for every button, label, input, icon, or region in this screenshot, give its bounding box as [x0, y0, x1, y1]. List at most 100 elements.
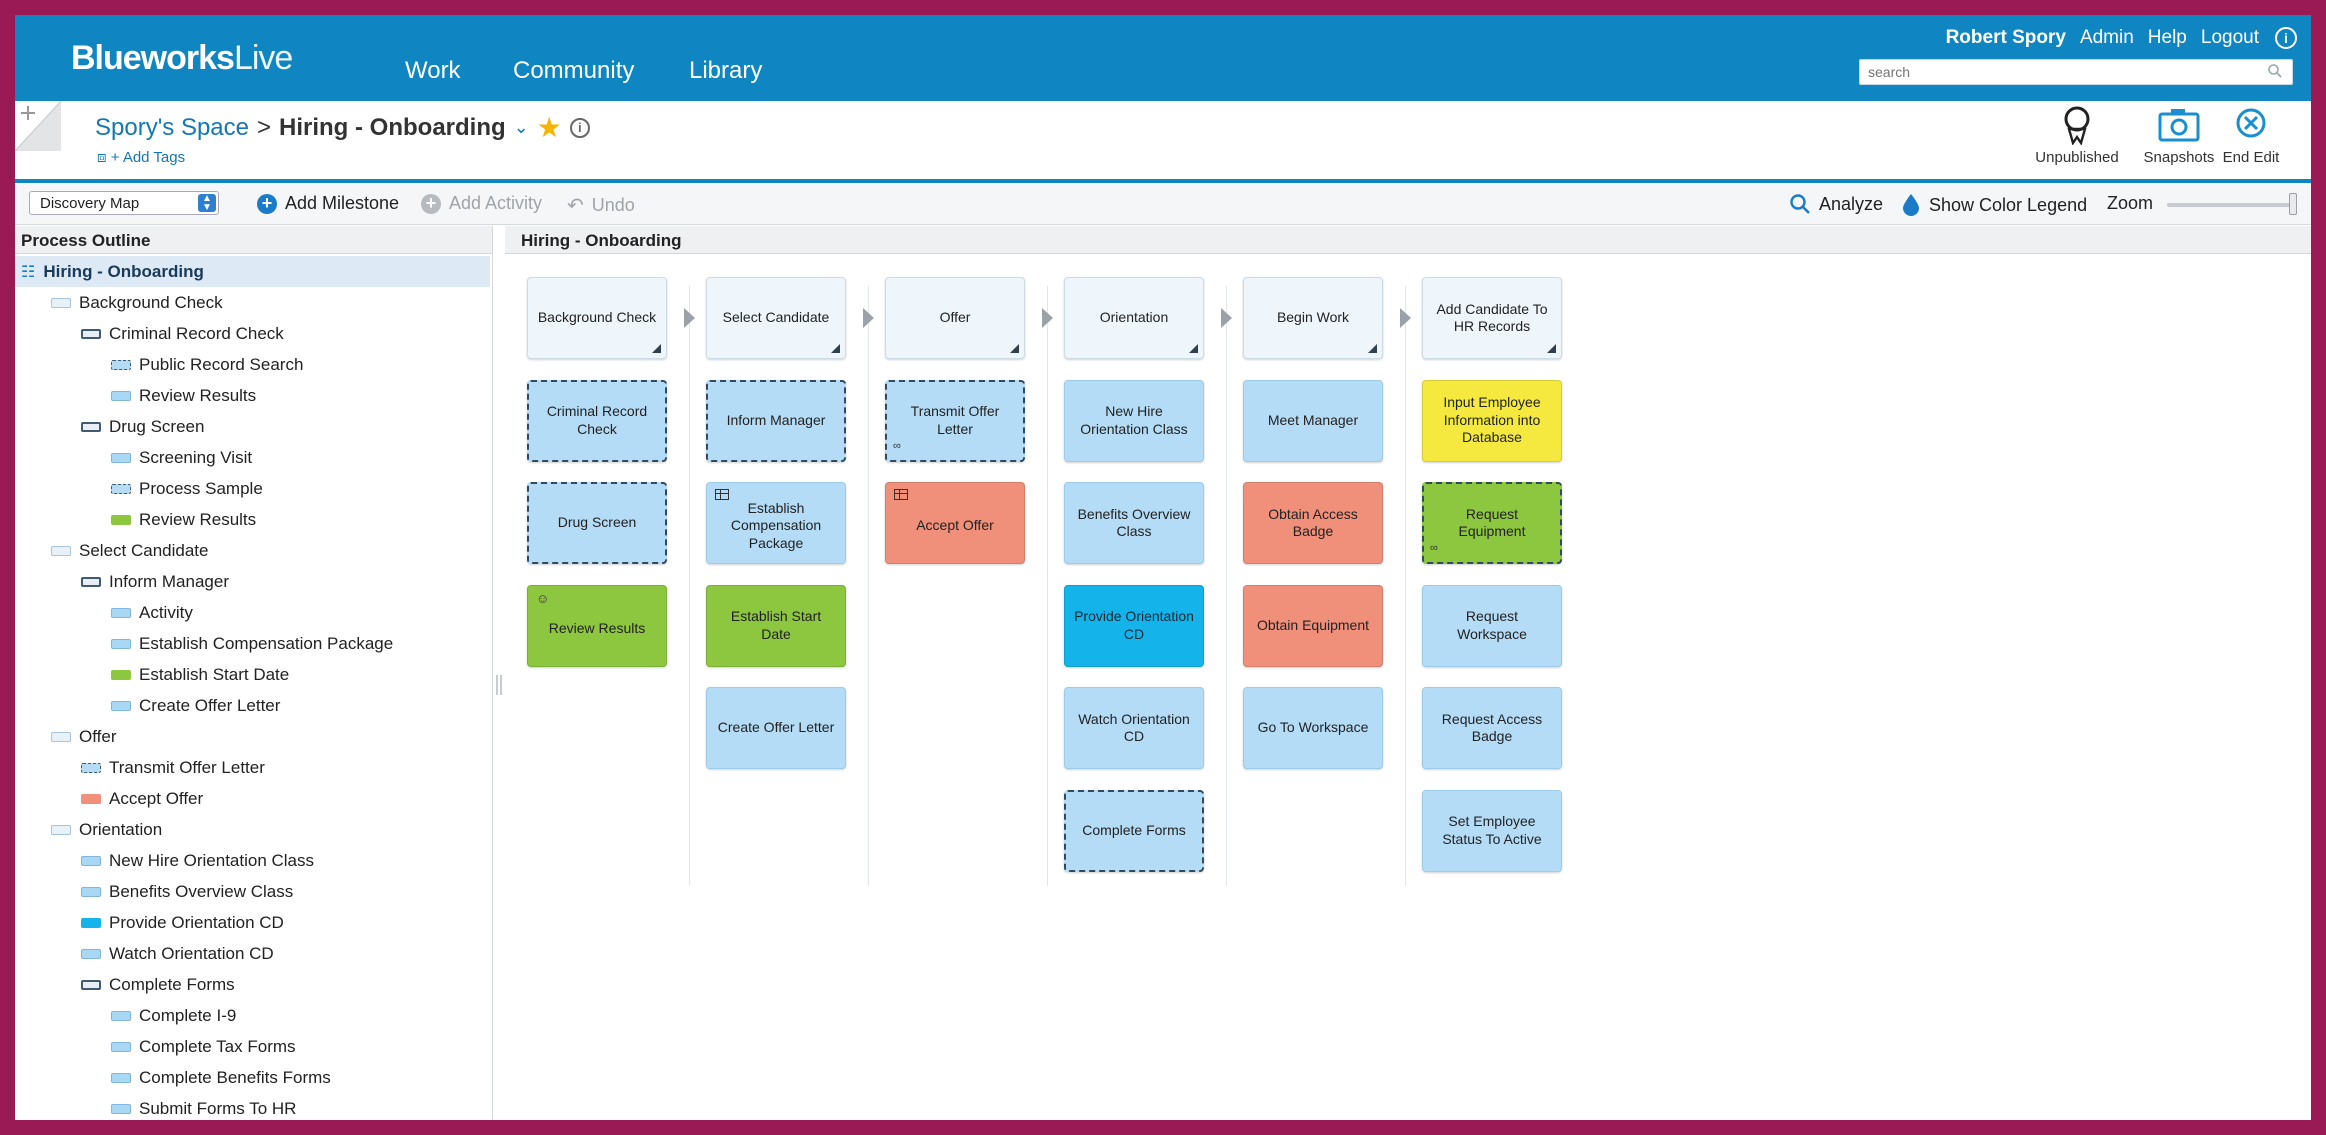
activity-card[interactable]: Complete Forms: [1064, 789, 1204, 872]
outline-item[interactable]: Benefits Overview Class: [15, 876, 490, 907]
blueworks-logo[interactable]: BlueworksLive: [71, 39, 293, 78]
outline-item[interactable]: Create Offer Letter: [15, 690, 490, 721]
activity-label: Drug Screen: [557, 514, 637, 531]
activity-card[interactable]: Inform Manager: [706, 379, 846, 462]
outline-item[interactable]: Activity: [15, 597, 490, 628]
outline-item[interactable]: Submit Forms To HR: [15, 1093, 490, 1120]
expand-corner-icon[interactable]: [1547, 344, 1556, 353]
activity-card[interactable]: Set Employee Status To Active: [1422, 789, 1562, 872]
outline-item[interactable]: Complete Benefits Forms: [15, 1062, 490, 1093]
activity-card[interactable]: Transmit Offer Letter ∞: [885, 379, 1025, 462]
show-color-legend-button[interactable]: Show Color Legend: [1901, 193, 2087, 217]
analyze-button[interactable]: Analyze: [1789, 193, 1883, 215]
zoom-slider[interactable]: [2167, 203, 2297, 207]
chevron-down-icon[interactable]: ⌄: [514, 117, 529, 138]
outline-item[interactable]: Complete Forms: [15, 969, 490, 1000]
activity-card[interactable]: Establish Compensation Package: [706, 482, 846, 564]
outline-item[interactable]: Drug Screen: [15, 411, 490, 442]
add-activity-button[interactable]: + Add Activity: [421, 193, 542, 214]
star-icon[interactable]: ★: [537, 111, 562, 144]
info-icon[interactable]: i: [569, 117, 590, 138]
milestone-card[interactable]: Orientation: [1064, 277, 1204, 359]
outline-item-label: Create Offer Letter: [139, 695, 281, 715]
activity-card[interactable]: Request Workspace: [1422, 584, 1562, 667]
activity-card[interactable]: Accept Offer: [885, 482, 1025, 564]
milestone-card[interactable]: Background Check: [527, 277, 667, 359]
unpublished-button[interactable]: Unpublished: [2027, 105, 2127, 166]
outline-item[interactable]: Complete I-9: [15, 1000, 490, 1031]
outline-item[interactable]: Inform Manager: [15, 566, 490, 597]
activity-card[interactable]: Request Equipment ∞: [1422, 482, 1562, 564]
outline-item[interactable]: Process Sample: [15, 473, 490, 504]
end-edit-button[interactable]: End Edit: [2211, 105, 2291, 166]
activity-card[interactable]: Provide Orientation CD: [1064, 584, 1204, 667]
outline-item[interactable]: Screening Visit: [15, 442, 490, 473]
nav-work[interactable]: Work: [405, 57, 461, 85]
search-icon[interactable]: [2267, 63, 2283, 79]
add-tags-label: + Add Tags: [110, 149, 186, 166]
milestone-card[interactable]: Select Candidate: [706, 277, 846, 359]
logout-link[interactable]: Logout: [2201, 27, 2259, 49]
outline-item[interactable]: Background Check: [15, 287, 490, 318]
zoom-slider-handle[interactable]: [2289, 193, 2297, 215]
milestone-card[interactable]: Add Candidate To HR Records: [1422, 277, 1562, 359]
add-milestone-button[interactable]: + Add Milestone: [257, 193, 399, 214]
table-icon: [894, 489, 908, 500]
outline-item[interactable]: Complete Tax Forms: [15, 1031, 490, 1062]
activity-card[interactable]: Create Offer Letter: [706, 687, 846, 769]
outline-item[interactable]: Criminal Record Check: [15, 318, 490, 349]
expand-corner-icon[interactable]: [1189, 344, 1198, 353]
outline-item[interactable]: New Hire Orientation Class: [15, 845, 490, 876]
undo-button[interactable]: ↶ Undo: [567, 193, 635, 218]
activity-card[interactable]: Criminal Record Check: [527, 379, 667, 462]
milestone-card[interactable]: Begin Work: [1243, 277, 1383, 359]
breadcrumb-space-link[interactable]: Spory's Space: [95, 114, 249, 142]
activity-card[interactable]: Benefits Overview Class: [1064, 482, 1204, 564]
admin-link[interactable]: Admin: [2080, 27, 2134, 49]
activity-card[interactable]: Establish Start Date: [706, 584, 846, 667]
outline-item[interactable]: Review Results: [15, 504, 490, 535]
outline-item[interactable]: Orientation: [15, 814, 490, 845]
info-icon[interactable]: i: [2275, 27, 2297, 49]
activity-icon: [81, 855, 101, 866]
add-page-fold-icon[interactable]: [15, 101, 61, 151]
expand-corner-icon[interactable]: [1010, 344, 1019, 353]
activity-card[interactable]: Review Results ☺: [527, 584, 667, 667]
expand-corner-icon[interactable]: [831, 344, 840, 353]
expand-corner-icon[interactable]: [1368, 344, 1377, 353]
outline-item[interactable]: Transmit Offer Letter: [15, 752, 490, 783]
search-input[interactable]: [1859, 59, 2293, 85]
activity-card[interactable]: Obtain Equipment: [1243, 584, 1383, 667]
panel-splitter-handle[interactable]: [496, 675, 502, 695]
column-divider: [868, 286, 869, 886]
activity-label: Obtain Access Badge: [1268, 505, 1358, 540]
activity-card[interactable]: Drug Screen: [527, 482, 667, 564]
activity-card[interactable]: New Hire Orientation Class: [1064, 379, 1204, 462]
expand-corner-icon[interactable]: [652, 344, 661, 353]
nav-community[interactable]: Community: [513, 57, 634, 85]
milestone-card[interactable]: Offer: [885, 277, 1025, 359]
activity-card[interactable]: Go To Workspace: [1243, 687, 1383, 769]
outline-item[interactable]: Select Candidate: [15, 535, 490, 566]
view-select[interactable]: Discovery Map ▲ ▼: [29, 191, 219, 215]
activity-card[interactable]: Meet Manager: [1243, 379, 1383, 462]
user-name[interactable]: Robert Spory: [1946, 27, 2066, 49]
outline-item[interactable]: Watch Orientation CD: [15, 938, 490, 969]
activity-card[interactable]: Input Employee Information into Database: [1422, 379, 1562, 462]
outline-item[interactable]: Establish Start Date: [15, 659, 490, 690]
add-tags-link[interactable]: ⧈ + Add Tags: [97, 149, 185, 166]
activity-card[interactable]: Watch Orientation CD: [1064, 687, 1204, 769]
outline-item[interactable]: Offer: [15, 721, 490, 752]
outline-item[interactable]: Public Record Search: [15, 349, 490, 380]
outline-item[interactable]: Accept Offer: [15, 783, 490, 814]
outline-item-label: Review Results: [139, 509, 257, 529]
outline-item[interactable]: Review Results: [15, 380, 490, 411]
outline-item[interactable]: Provide Orientation CD: [15, 907, 490, 938]
outline-root-item[interactable]: ☷ Hiring - Onboarding: [15, 256, 490, 287]
nav-library[interactable]: Library: [689, 57, 762, 85]
activity-card[interactable]: Request Access Badge: [1422, 687, 1562, 769]
activity-icon: [111, 1072, 131, 1083]
activity-card[interactable]: Obtain Access Badge: [1243, 482, 1383, 564]
help-link[interactable]: Help: [2148, 27, 2187, 49]
outline-item[interactable]: Establish Compensation Package: [15, 628, 490, 659]
